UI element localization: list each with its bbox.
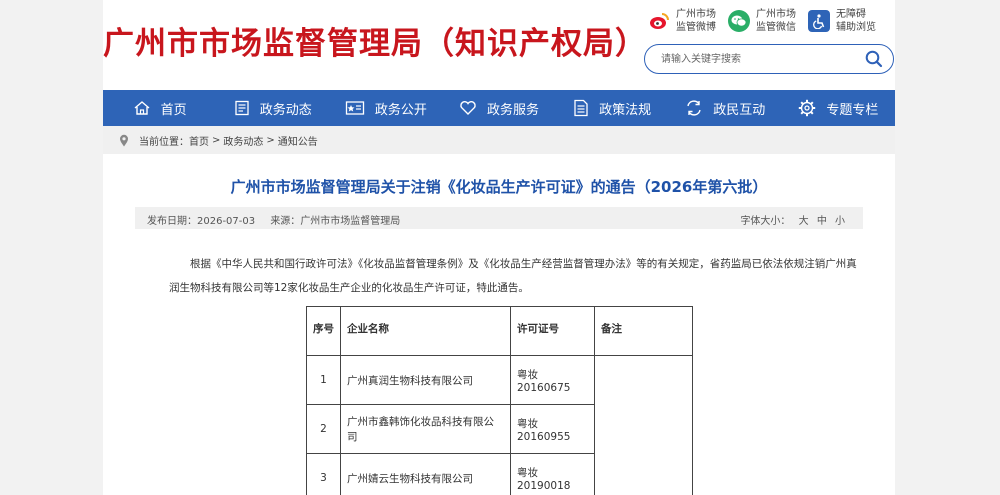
cell-remark (594, 355, 693, 495)
news-icon (235, 100, 249, 116)
nav-label-policy: 政策法规 (599, 102, 652, 118)
cell-license: 粤妆20190018 (510, 453, 595, 495)
date-label: 发布日期： (147, 216, 197, 227)
site-title[interactable]: 广州市市场监督管理局（知识产权局） (103, 18, 647, 63)
article-meta: 发布日期：2026-07-03 来源：广州市市场监督管理局 字体大小： 大 中 … (135, 207, 863, 229)
license-table: 序号 企业名称 许可证号 备注 1 广州真润生物科技有限公司 粤妆2016067… (306, 306, 693, 495)
breadcrumb-notices[interactable]: 通知公告 (278, 133, 318, 148)
page: 广州市市场监督管理局（知识产权局） 广州市场 监管微博 广州市场 监管微信 无障… (103, 0, 895, 495)
col-header-license: 许可证号 (510, 306, 595, 356)
font-size-label: 字体大小： (740, 216, 791, 227)
nav-item-home[interactable]: 首页 (103, 90, 216, 126)
nav-label-interaction: 政民互动 (713, 102, 766, 118)
search-icon[interactable] (865, 50, 883, 68)
table-row: 1 广州真润生物科技有限公司 粤妆20160675 (306, 355, 693, 495)
wechat-link[interactable]: 广州市场 监管微信 (728, 6, 796, 36)
wechat-line1: 广州市场 (756, 9, 796, 20)
cell-no: 3 (306, 453, 341, 495)
interaction-icon (687, 100, 701, 116)
weibo-line2: 监管微博 (676, 22, 716, 33)
font-size-medium[interactable]: 中 (817, 216, 827, 227)
main-nav: 首页 政务动态 政务公开 政务服务 政策法规 政民互动 专题专栏 (103, 90, 895, 126)
breadcrumb-home[interactable]: 首页 (189, 133, 209, 148)
article-body: 根据《中华人民共和国行政许可法》《化妆品监督管理条例》及《化妆品生产经营监督管理… (169, 258, 857, 294)
source-value: 广州市市场监督管理局 (300, 216, 401, 227)
cell-name: 广州市鑫韩饰化妆品科技有限公司 (340, 404, 511, 454)
accessibility-line1: 无障碍 (836, 9, 866, 20)
nav-item-policy[interactable]: 政策法规 (556, 90, 669, 126)
cell-name: 广州婧云生物科技有限公司 (340, 453, 511, 495)
breadcrumb: 当前位置： 首页 > 政务动态 > 通知公告 (103, 126, 895, 154)
weibo-line1: 广州市场 (676, 9, 716, 20)
top-links: 广州市场 监管微博 广州市场 监管微信 无障碍 辅助浏览 (648, 6, 898, 36)
document-icon (574, 99, 588, 117)
cell-license: 粤妆20160675 (510, 355, 595, 405)
weibo-icon (648, 10, 670, 32)
breadcrumb-separator: > (266, 134, 275, 146)
nav-label-services: 政务服务 (486, 102, 539, 118)
nav-label-topics: 专题专栏 (826, 102, 879, 118)
source-label: 来源： (270, 216, 301, 227)
nav-label-news: 政务动态 (259, 102, 312, 118)
nav-item-interaction[interactable]: 政民互动 (669, 90, 782, 126)
header: 广州市市场监督管理局（知识产权局） 广州市场 监管微博 广州市场 监管微信 无障… (103, 0, 895, 90)
nav-label-disclosure: 政务公开 (374, 102, 427, 118)
nav-label-home: 首页 (160, 102, 187, 118)
cell-license: 粤妆20160955 (510, 404, 595, 454)
publish-date: 2026-07-03 (197, 216, 256, 227)
col-header-no: 序号 (306, 306, 341, 356)
cell-no: 1 (306, 355, 341, 405)
search-input[interactable] (661, 51, 851, 67)
gear-icon (799, 99, 816, 117)
accessibility-link[interactable]: 无障碍 辅助浏览 (808, 6, 876, 36)
disclosure-icon (345, 101, 364, 115)
article-title: 广州市市场监督管理局关于注销《化妆品生产许可证》的通告（2026年第六批） (230, 178, 768, 196)
heart-icon (460, 101, 476, 115)
col-header-remark: 备注 (594, 306, 693, 356)
table-header-row: 序号 企业名称 许可证号 备注 (306, 306, 693, 356)
nav-item-topics[interactable]: 专题专栏 (782, 90, 895, 126)
accessibility-icon (808, 10, 830, 32)
font-size-large[interactable]: 大 (799, 216, 809, 227)
wechat-icon (728, 10, 750, 32)
breadcrumb-separator: > (212, 134, 221, 146)
font-size-small[interactable]: 小 (835, 216, 845, 227)
breadcrumb-news[interactable]: 政务动态 (223, 133, 263, 148)
cell-name: 广州真润生物科技有限公司 (340, 355, 511, 405)
nav-item-disclosure[interactable]: 政务公开 (329, 90, 442, 126)
accessibility-line2: 辅助浏览 (836, 22, 876, 33)
home-icon (134, 101, 150, 115)
nav-item-services[interactable]: 政务服务 (442, 90, 555, 126)
cell-no: 2 (306, 404, 341, 454)
col-header-name: 企业名称 (340, 306, 511, 356)
nav-item-news[interactable]: 政务动态 (216, 90, 329, 126)
weibo-link[interactable]: 广州市场 监管微博 (648, 6, 716, 36)
breadcrumb-prefix: 当前位置： (139, 136, 189, 148)
location-pin-icon (120, 134, 128, 146)
search-box (644, 44, 894, 74)
wechat-line2: 监管微信 (756, 22, 796, 33)
